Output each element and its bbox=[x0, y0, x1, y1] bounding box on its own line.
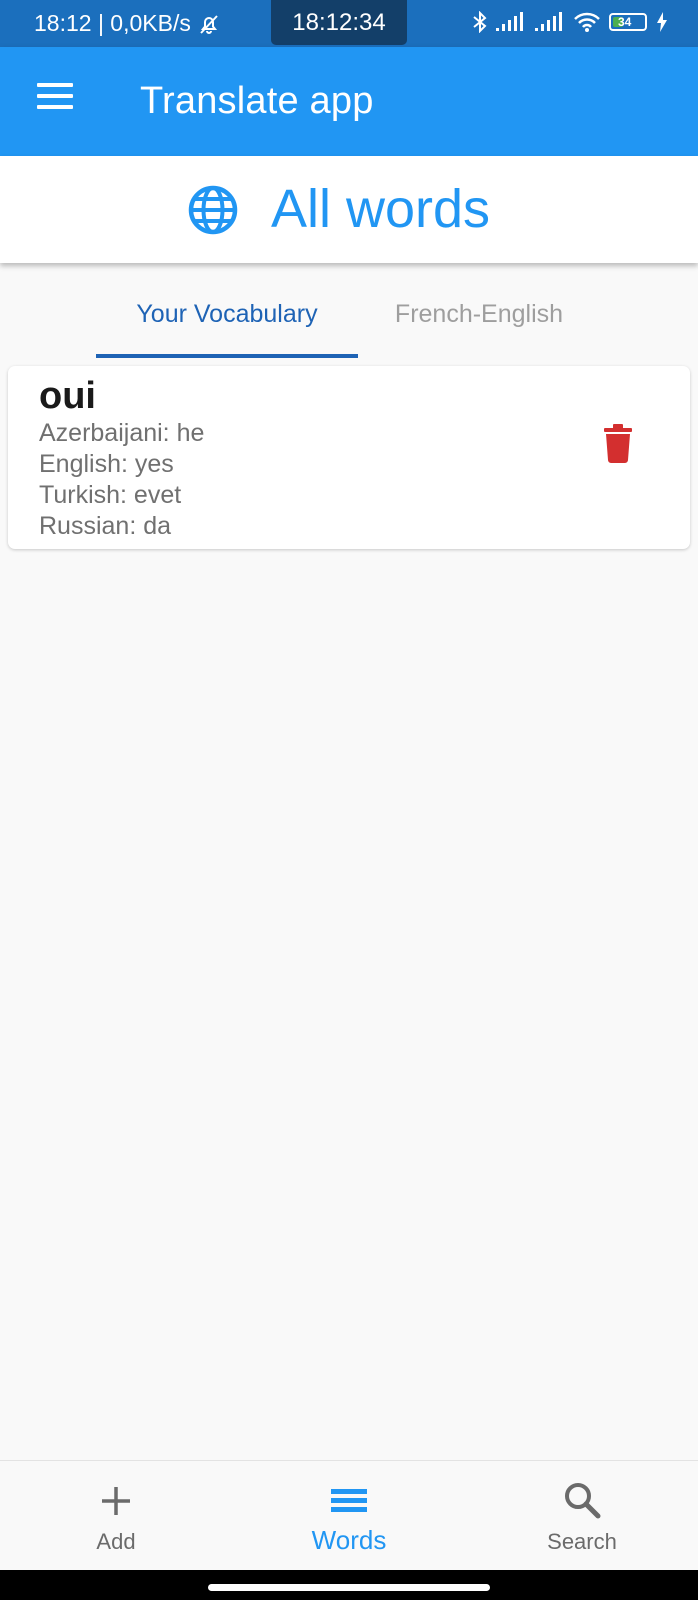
app-bar: Translate app bbox=[0, 47, 698, 156]
list-icon bbox=[331, 1489, 367, 1512]
page-title: All words bbox=[271, 179, 491, 239]
word-title: oui bbox=[39, 375, 96, 417]
tab-french-english[interactable]: French-English bbox=[374, 270, 584, 358]
status-left: 18:12 | 0,0KB/s bbox=[34, 10, 221, 37]
nav-words-label: Words bbox=[311, 1525, 387, 1555]
bluetooth-icon bbox=[473, 11, 487, 33]
nav-add-label: Add bbox=[96, 1529, 136, 1554]
page-header: All words bbox=[0, 156, 698, 263]
translation-turkish: Turkish: evet bbox=[39, 481, 182, 509]
word-card: oui Azerbaijani: he English: yes Turkish… bbox=[8, 366, 690, 549]
delete-button[interactable] bbox=[593, 421, 643, 471]
tab-your-vocabulary[interactable]: Your Vocabulary bbox=[96, 270, 358, 358]
tab-bar: Your Vocabulary French-English bbox=[0, 270, 698, 358]
battery-icon: 34 bbox=[609, 13, 647, 31]
status-time-speed: 18:12 | 0,0KB/s bbox=[34, 10, 191, 36]
signal-icon bbox=[535, 12, 562, 31]
home-indicator[interactable] bbox=[208, 1584, 490, 1591]
nav-search[interactable]: Search bbox=[502, 1461, 662, 1571]
status-clock: 18:12:34 bbox=[271, 0, 407, 45]
trash-icon bbox=[604, 424, 632, 463]
menu-icon bbox=[30, 83, 80, 109]
system-navigation-bar bbox=[0, 1570, 698, 1600]
status-bar: 18:12 | 0,0KB/s 18:12:34 34 bbox=[0, 0, 698, 47]
app-title: Translate app bbox=[140, 80, 374, 122]
wifi-icon bbox=[574, 12, 600, 32]
search-icon bbox=[565, 1483, 601, 1519]
plus-icon bbox=[102, 1487, 130, 1515]
signal-icon bbox=[496, 12, 523, 31]
bottom-nav: Add Words Search bbox=[0, 1460, 698, 1570]
translation-azerbaijani: Azerbaijani: he bbox=[39, 419, 205, 447]
nav-search-label: Search bbox=[547, 1529, 617, 1554]
nav-add[interactable]: Add bbox=[36, 1461, 196, 1571]
bell-off-icon bbox=[200, 14, 218, 34]
charging-icon bbox=[657, 12, 667, 32]
active-tab-indicator bbox=[96, 354, 358, 358]
globe-icon bbox=[188, 185, 238, 235]
translation-list: Azerbaijani: he English: yes Turkish: ev… bbox=[39, 418, 204, 542]
nav-words[interactable]: Words bbox=[269, 1461, 429, 1571]
translation-english: English: yes bbox=[39, 450, 174, 478]
battery-level: 34 bbox=[618, 15, 632, 29]
status-icons: 34 bbox=[473, 11, 668, 33]
translation-russian: Russian: da bbox=[39, 512, 172, 540]
menu-button[interactable] bbox=[30, 83, 80, 123]
